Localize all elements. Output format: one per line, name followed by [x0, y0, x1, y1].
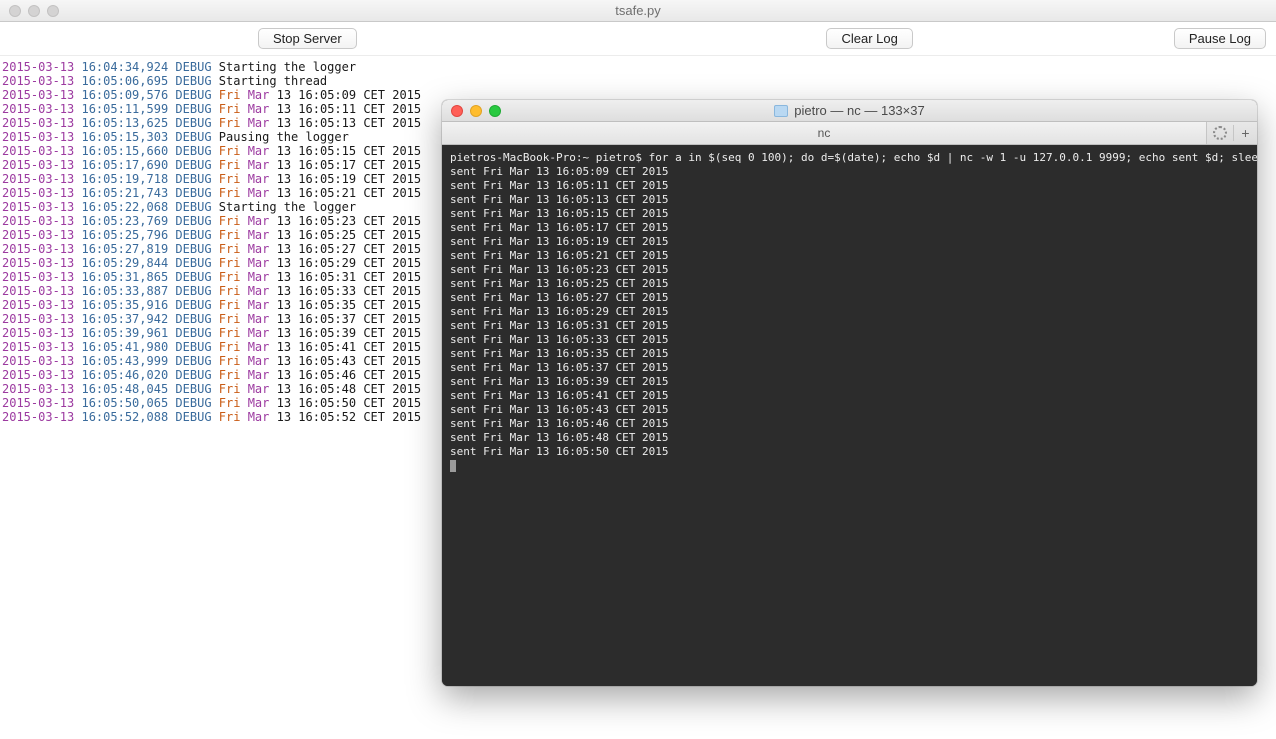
terminal-tab[interactable]: nc: [442, 122, 1207, 144]
new-tab-button[interactable]: +: [1233, 125, 1257, 141]
terminal-cursor: [450, 460, 456, 472]
clear-log-button[interactable]: Clear Log: [826, 28, 912, 49]
app-traffic-lights: [0, 5, 59, 17]
folder-icon: [774, 105, 788, 117]
plus-icon: +: [1241, 125, 1249, 141]
minimize-icon[interactable]: [470, 105, 482, 117]
pause-log-button[interactable]: Pause Log: [1174, 28, 1266, 49]
log-line: 2015-03-13 16:05:06,695 DEBUG Starting t…: [2, 74, 1274, 88]
stop-server-button[interactable]: Stop Server: [258, 28, 357, 49]
terminal-traffic-lights: [442, 105, 501, 117]
minimize-icon[interactable]: [28, 5, 40, 17]
app-title: tsafe.py: [0, 3, 1276, 18]
terminal-title: pietro — nc — 133×37: [794, 103, 924, 118]
close-icon[interactable]: [451, 105, 463, 117]
terminal-titlebar[interactable]: pietro — nc — 133×37: [442, 100, 1257, 122]
app-toolbar: Stop Server Clear Log Pause Log: [0, 22, 1276, 56]
terminal-window[interactable]: pietro — nc — 133×37 nc + pietros-MacBoo…: [442, 100, 1257, 686]
spinner-icon: [1213, 126, 1227, 140]
app-titlebar: tsafe.py: [0, 0, 1276, 22]
zoom-icon[interactable]: [47, 5, 59, 17]
terminal-output[interactable]: pietros-MacBook-Pro:~ pietro$ for a in $…: [442, 145, 1257, 686]
terminal-tabbar: nc +: [442, 122, 1257, 145]
log-line: 2015-03-13 16:04:34,924 DEBUG Starting t…: [2, 60, 1274, 74]
close-icon[interactable]: [9, 5, 21, 17]
terminal-tab-label: nc: [818, 126, 831, 140]
zoom-icon[interactable]: [489, 105, 501, 117]
